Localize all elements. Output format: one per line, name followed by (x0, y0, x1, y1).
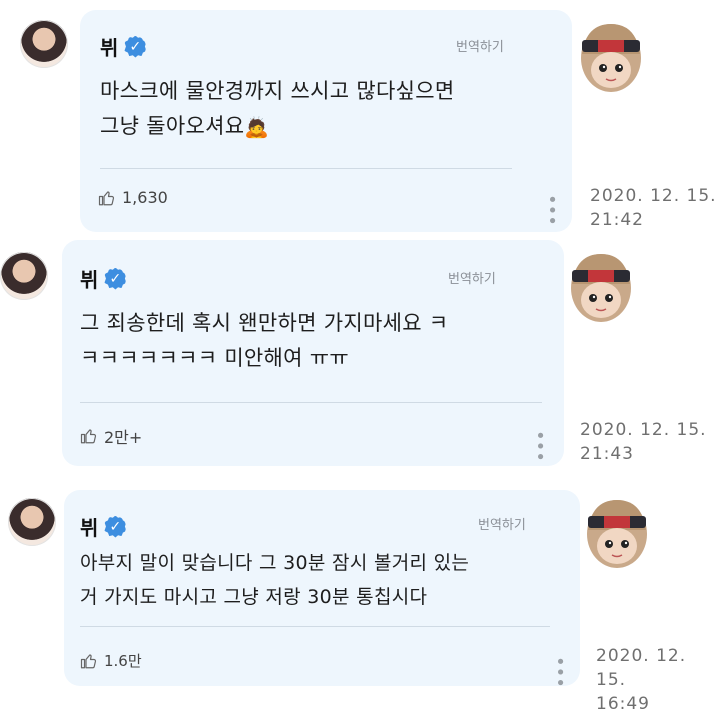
character-sticker-icon (587, 500, 647, 568)
comment-card: 뷔 ✓ 번역하기 아부지 말이 맞습니다 그 30분 잠시 볼거리 있는 거 가… (64, 490, 580, 688)
character-sticker-icon (571, 254, 631, 322)
like-count: 1.6만 (104, 652, 142, 670)
author-name[interactable]: 뷔 ✓ (100, 32, 147, 61)
like-count: 1,630 (122, 188, 168, 207)
more-vertical-icon[interactable]: ••• (529, 430, 550, 462)
verified-badge-icon: ✓ (104, 515, 127, 538)
character-sticker-icon (581, 24, 641, 92)
comment-card: 뷔 ✓ 번역하기 마스크에 물안경까지 쓰시고 많다싶으면 그냥 돌아오셔요🙇 … (80, 10, 572, 232)
like-button[interactable]: 1,630 (98, 188, 168, 207)
divider (100, 168, 512, 169)
thumbs-up-icon (80, 653, 97, 668)
comment-timestamp: 2020. 12. 15. 16:49 (596, 646, 687, 714)
comment-card: 뷔 ✓ 번역하기 그 죄송한데 혹시 왠만하면 가지마세요 ㅋ ㅋㅋㅋㅋㅋㅋㅋ … (62, 240, 564, 466)
author-name[interactable]: 뷔 ✓ (80, 512, 127, 541)
verified-badge-icon: ✓ (104, 267, 127, 290)
verified-badge-icon: ✓ (124, 35, 147, 58)
avatar[interactable] (8, 498, 56, 546)
like-count: 2만+ (104, 428, 143, 447)
comment-timestamp: 2020. 12. 15. 21:43 (580, 420, 707, 464)
translate-button[interactable]: 번역하기 (448, 268, 496, 287)
comment-text: 그 죄송한데 혹시 왠만하면 가지마세요 ㅋ ㅋㅋㅋㅋㅋㅋㅋ 미안해여 ㅠㅠ (80, 311, 449, 370)
divider (80, 626, 550, 627)
more-vertical-icon[interactable]: ••• (549, 656, 570, 688)
like-button[interactable]: 2만+ (80, 424, 142, 448)
avatar[interactable] (20, 20, 68, 68)
thumbs-up-icon (80, 429, 97, 444)
avatar[interactable] (0, 252, 48, 300)
like-button[interactable]: 1.6만 (80, 650, 142, 671)
comment-text: 아부지 말이 맞습니다 그 30분 잠시 볼거리 있는 거 가지도 마시고 그냥… (80, 552, 470, 608)
thumbs-up-icon (98, 190, 115, 205)
author-name[interactable]: 뷔 ✓ (80, 264, 127, 293)
comment-text: 마스크에 물안경까지 쓰시고 많다싶으면 그냥 돌아오셔요🙇 (100, 74, 454, 145)
bowing-emoji: 🙇 (244, 114, 270, 139)
translate-button[interactable]: 번역하기 (478, 514, 526, 533)
divider (80, 402, 542, 403)
comment-timestamp: 2020. 12. 15. 21:42 (590, 186, 717, 230)
translate-button[interactable]: 번역하기 (456, 36, 504, 55)
more-vertical-icon[interactable]: ••• (541, 194, 562, 226)
